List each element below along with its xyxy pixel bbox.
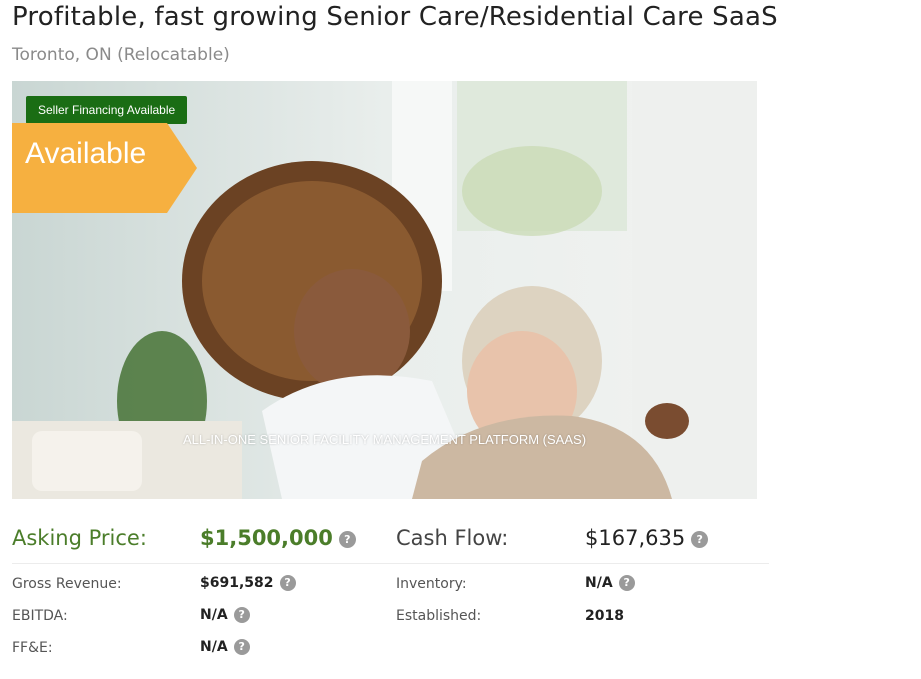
available-banner-text: Available xyxy=(25,137,147,170)
help-icon[interactable]: ? xyxy=(338,530,356,548)
listing-hero-image[interactable]: Seller Financing Available Available ALL… xyxy=(12,81,757,499)
inventory-value: N/A? xyxy=(585,575,635,591)
price-row: Asking Price: $1,500,000? Cash Flow: $16… xyxy=(0,522,921,558)
established-value: 2018 xyxy=(585,608,624,624)
help-icon[interactable]: ? xyxy=(618,575,635,591)
established-label: Established: xyxy=(396,608,482,624)
cash-flow-value: $167,635? xyxy=(585,526,709,550)
help-icon[interactable]: ? xyxy=(233,639,250,655)
gross-revenue-label: Gross Revenue: xyxy=(12,576,122,592)
inventory-label: Inventory: xyxy=(396,576,467,592)
hero-caption: ALL-IN-ONE SENIOR FACILITY MANAGEMENT PL… xyxy=(182,432,587,447)
gross-revenue-amount: $691,582 xyxy=(200,575,274,591)
cash-flow-label: Cash Flow: xyxy=(396,526,509,550)
ebitda-amount: N/A xyxy=(200,607,228,623)
ffe-label: FF&E: xyxy=(12,640,53,656)
help-icon[interactable]: ? xyxy=(233,607,250,623)
asking-price-amount: $1,500,000 xyxy=(200,526,333,550)
divider xyxy=(12,563,769,564)
ebitda-label: EBITDA: xyxy=(12,608,68,624)
gross-revenue-value: $691,582? xyxy=(200,575,296,591)
cash-flow-amount: $167,635 xyxy=(585,526,686,550)
help-icon[interactable]: ? xyxy=(279,575,296,591)
ffe-amount: N/A xyxy=(200,639,228,655)
listing-title: Profitable, fast growing Senior Care/Res… xyxy=(12,2,778,32)
ebitda-value: N/A? xyxy=(200,607,250,623)
listing-location: Toronto, ON (Relocatable) xyxy=(12,45,230,65)
asking-price-value: $1,500,000? xyxy=(200,526,356,550)
ffe-value: N/A? xyxy=(200,639,250,655)
inventory-amount: N/A xyxy=(585,575,613,591)
seller-financing-badge: Seller Financing Available xyxy=(26,96,188,124)
help-icon[interactable]: ? xyxy=(691,530,709,548)
asking-price-label: Asking Price: xyxy=(12,526,147,550)
